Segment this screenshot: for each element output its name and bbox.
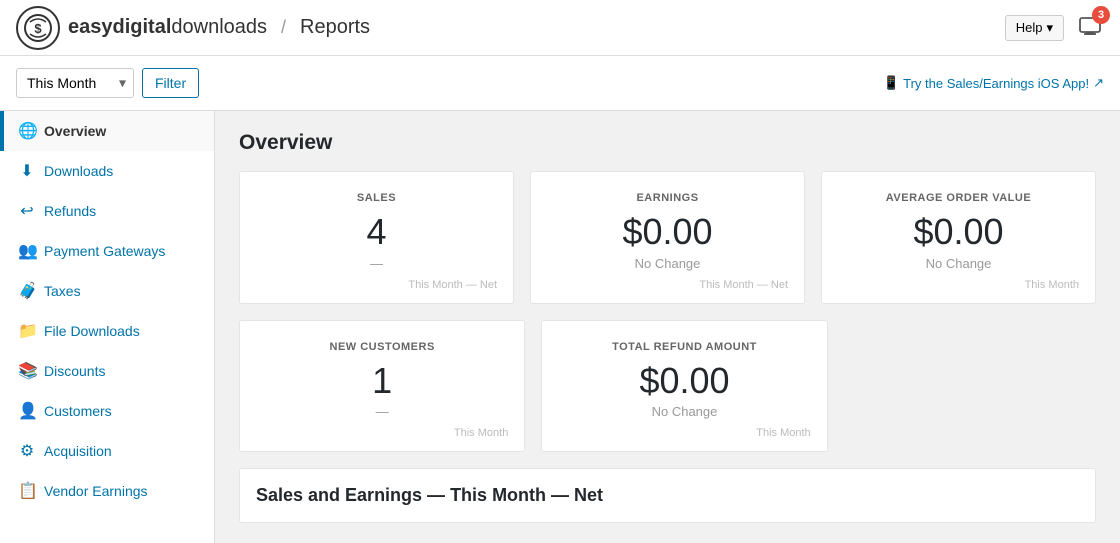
stat-value-new-customers: 1	[256, 361, 508, 401]
stat-sub-earnings: No Change	[547, 256, 788, 271]
sidebar-item-acquisition[interactable]: ⚙ Acquisition	[0, 431, 214, 471]
sidebar-item-payment-gateways[interactable]: 👥 Payment Gateways	[0, 231, 214, 271]
stat-label-new-customers: NEW CUSTOMERS	[256, 341, 508, 353]
notification-badge: 3	[1092, 6, 1110, 24]
chevron-down-icon: ▾	[1046, 20, 1053, 36]
sidebar-item-file-downloads[interactable]: 📁 File Downloads	[0, 311, 214, 351]
stat-footer-new-customers: This Month	[256, 419, 508, 439]
filter-bar: This Month Last Month This Quarter This …	[0, 56, 1120, 111]
stat-footer-total-refund: This Month	[558, 419, 810, 439]
sidebar-item-overview[interactable]: 🌐 Overview	[0, 111, 214, 151]
sidebar-item-customers[interactable]: 👤 Customers	[0, 391, 214, 431]
refunds-icon: ↩	[18, 201, 36, 221]
separator: /	[281, 17, 286, 38]
stat-label-avg-order: AVERAGE ORDER VALUE	[838, 192, 1079, 204]
stat-card-avg-order: AVERAGE ORDER VALUE $0.00 No Change This…	[821, 171, 1096, 304]
payment-gateways-icon: 👥	[18, 241, 36, 261]
stat-sub-new-customers: —	[256, 404, 508, 419]
sidebar-label-customers: Customers	[44, 403, 112, 419]
notification-button[interactable]: 3	[1076, 12, 1104, 43]
ios-app-link[interactable]: 📱 Try the Sales/Earnings iOS App! ↗	[883, 75, 1104, 91]
acquisition-icon: ⚙	[18, 441, 36, 461]
sidebar: 🌐 Overview ⬇ Downloads ↩ Refunds 👥 Payme…	[0, 111, 215, 543]
main-content: Overview SALES 4 — This Month — Net EARN…	[215, 111, 1120, 543]
downloads-icon: ⬇	[18, 161, 36, 181]
file-downloads-icon: 📁	[18, 321, 36, 341]
stat-card-earnings: EARNINGS $0.00 No Change This Month — Ne…	[530, 171, 805, 304]
stat-card-total-refund: TOTAL REFUND AMOUNT $0.00 No Change This…	[541, 320, 827, 453]
sidebar-item-downloads[interactable]: ⬇ Downloads	[0, 151, 214, 191]
sidebar-label-refunds: Refunds	[44, 203, 96, 219]
stat-label-total-refund: TOTAL REFUND AMOUNT	[558, 341, 810, 353]
stat-card-sales: SALES 4 — This Month — Net	[239, 171, 514, 304]
phone-icon: 📱	[883, 75, 899, 91]
stat-sub-sales: —	[256, 256, 497, 271]
stat-footer-earnings: This Month — Net	[547, 271, 788, 291]
sidebar-item-refunds[interactable]: ↩ Refunds	[0, 191, 214, 231]
stat-footer-avg-order: This Month	[838, 271, 1079, 291]
chart-area: Sales and Earnings — This Month — Net	[239, 468, 1096, 523]
taxes-icon: 🧳	[18, 281, 36, 301]
stat-value-earnings: $0.00	[547, 212, 788, 252]
stat-value-sales: 4	[256, 212, 497, 252]
period-select[interactable]: This Month Last Month This Quarter This …	[16, 68, 134, 98]
stat-value-avg-order: $0.00	[838, 212, 1079, 252]
sidebar-label-acquisition: Acquisition	[44, 443, 112, 459]
svg-text:$: $	[34, 21, 42, 36]
top-bar-right: Help ▾ 3	[1005, 12, 1104, 43]
sidebar-label-downloads: Downloads	[44, 163, 113, 179]
sidebar-label-payment-gateways: Payment Gateways	[44, 243, 165, 259]
discounts-icon: 📚	[18, 361, 36, 381]
stats-row-2: NEW CUSTOMERS 1 — This Month TOTAL REFUN…	[239, 320, 1096, 453]
filter-button[interactable]: Filter	[142, 68, 199, 98]
period-select-wrap: This Month Last Month This Quarter This …	[16, 68, 134, 98]
customers-icon: 👤	[18, 401, 36, 421]
vendor-earnings-icon: 📋	[18, 481, 36, 501]
stat-footer-sales: This Month — Net	[256, 271, 497, 291]
chart-title: Sales and Earnings — This Month — Net	[256, 485, 1079, 506]
stat-card-new-customers: NEW CUSTOMERS 1 — This Month	[239, 320, 525, 453]
filter-bar-left: This Month Last Month This Quarter This …	[16, 68, 199, 98]
sidebar-label-overview: Overview	[44, 123, 106, 139]
logo: $	[16, 6, 60, 50]
sidebar-label-discounts: Discounts	[44, 363, 105, 379]
stats-row-2-spacer	[844, 320, 1096, 453]
help-button[interactable]: Help ▾	[1005, 15, 1064, 41]
external-link-icon: ↗	[1093, 75, 1104, 91]
overview-title: Overview	[239, 131, 1096, 155]
sidebar-item-discounts[interactable]: 📚 Discounts	[0, 351, 214, 391]
ios-link-text: Try the Sales/Earnings iOS App!	[903, 76, 1089, 91]
sidebar-label-file-downloads: File Downloads	[44, 323, 140, 339]
sidebar-item-vendor-earnings[interactable]: 📋 Vendor Earnings	[0, 471, 214, 511]
stat-label-sales: SALES	[256, 192, 497, 204]
stat-sub-avg-order: No Change	[838, 256, 1079, 271]
sidebar-label-vendor-earnings: Vendor Earnings	[44, 483, 148, 499]
stat-value-total-refund: $0.00	[558, 361, 810, 401]
sidebar-label-taxes: Taxes	[44, 283, 81, 299]
sidebar-item-taxes[interactable]: 🧳 Taxes	[0, 271, 214, 311]
page-title-header: Reports	[300, 16, 370, 39]
stat-sub-total-refund: No Change	[558, 404, 810, 419]
top-bar: $ easydigitaldownloads / Reports Help ▾ …	[0, 0, 1120, 56]
page-body: 🌐 Overview ⬇ Downloads ↩ Refunds 👥 Payme…	[0, 111, 1120, 543]
stats-row-1: SALES 4 — This Month — Net EARNINGS $0.0…	[239, 171, 1096, 304]
brand-name: easydigitaldownloads	[68, 16, 267, 39]
stat-label-earnings: EARNINGS	[547, 192, 788, 204]
brand-area: $ easydigitaldownloads / Reports	[16, 6, 370, 50]
overview-icon: 🌐	[18, 121, 36, 141]
